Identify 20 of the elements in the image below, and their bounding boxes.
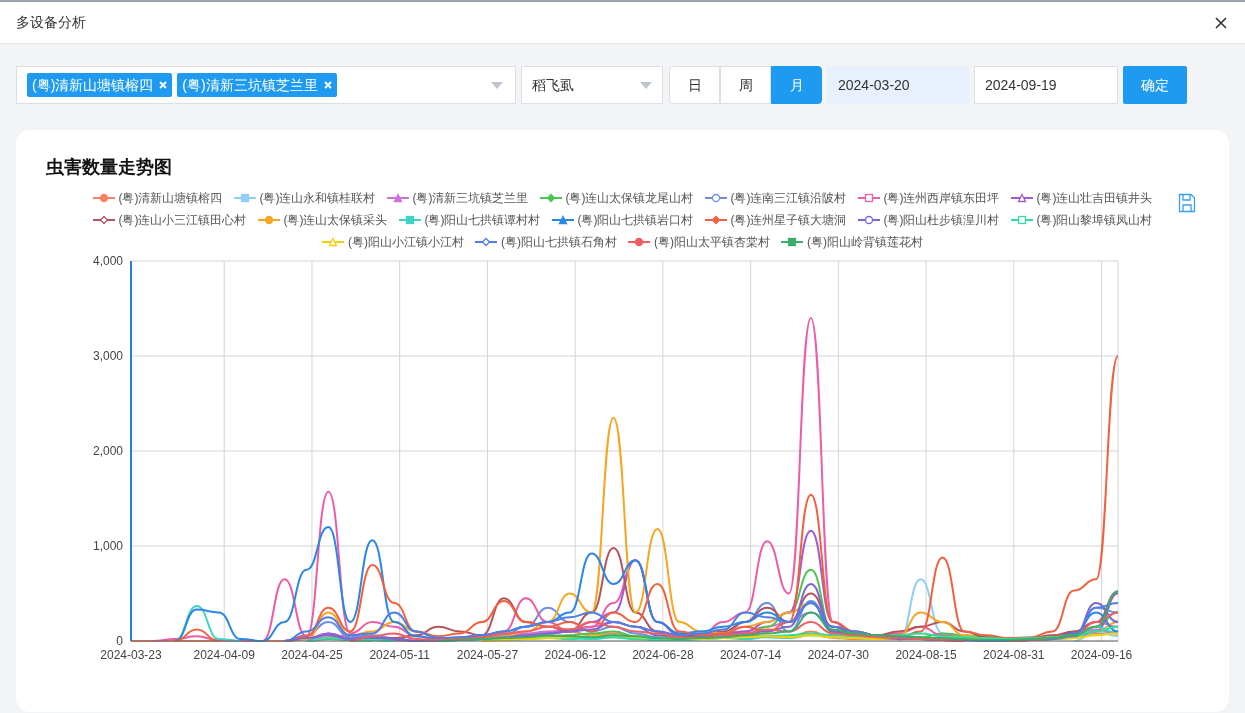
x-tick-label: 2024-07-30 bbox=[807, 648, 870, 662]
x-tick-label: 2024-05-11 bbox=[369, 648, 430, 662]
x-tick-label: 2024-04-09 bbox=[193, 648, 255, 662]
chart-title: 虫害数量走势图 bbox=[46, 157, 172, 177]
x-tick-label: 2024-08-15 bbox=[895, 648, 957, 662]
window-title: 多设备分析 bbox=[16, 13, 86, 32]
x-tick-label: 2024-04-25 bbox=[281, 648, 343, 662]
x-tick-label: 2024-06-28 bbox=[632, 648, 694, 662]
x-tick-label: 2024-05-27 bbox=[456, 648, 519, 662]
y-tick-label: 3,000 bbox=[92, 349, 123, 363]
y-tick-label: 0 bbox=[116, 634, 123, 648]
y-tick-label: 1,000 bbox=[92, 539, 123, 553]
y-tick-label: 2,000 bbox=[92, 444, 123, 458]
pest-value: 稻飞虱 bbox=[532, 75, 574, 95]
y-tick-label: 4,000 bbox=[92, 254, 123, 268]
x-tick-label: 2024-09-16 bbox=[1070, 648, 1133, 662]
x-tick-label: 2024-03-23 bbox=[100, 648, 162, 662]
x-tick-label: 2024-06-12 bbox=[544, 648, 606, 662]
x-tick-label: 2024-08-31 bbox=[983, 648, 1045, 662]
x-tick-label: 2024-07-14 bbox=[719, 648, 782, 662]
